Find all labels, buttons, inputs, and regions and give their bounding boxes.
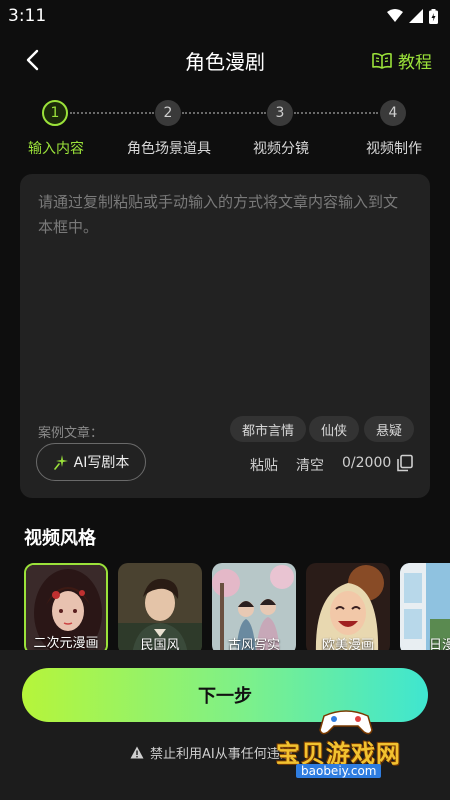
style-card-republic[interactable]: 民国风 <box>118 563 202 655</box>
sparkle-icon <box>53 455 68 470</box>
char-count: 0/2000 <box>342 455 392 471</box>
step-1-circle[interactable]: 1 <box>42 100 68 126</box>
step-connector <box>70 112 154 114</box>
watermark: 宝贝游戏网 baobeiy.com <box>272 706 422 780</box>
video-style-list: 二次元漫画 民国风 古风写实 欧美漫画 日漫 <box>24 563 450 655</box>
step-4-label: 视频制作 <box>366 141 422 157</box>
style-card-anime[interactable]: 二次元漫画 <box>24 563 108 655</box>
chevron-left-icon <box>26 49 39 71</box>
example-tag-suspense[interactable]: 悬疑 <box>364 416 415 442</box>
step-3-label: 视频分镜 <box>253 141 309 157</box>
ai-script-label: AI写剧本 <box>73 455 130 471</box>
paste-button[interactable]: 粘贴 <box>250 455 278 475</box>
book-icon <box>372 52 392 69</box>
step-1-label: 输入内容 <box>28 141 84 157</box>
example-tag-urban-romance[interactable]: 都市言情 <box>230 416 307 442</box>
ai-script-button[interactable]: AI写剧本 <box>36 443 146 481</box>
step-2-label: 角色场景道具 <box>127 141 211 157</box>
editor-placeholder: 请通过复制粘贴或手动输入的方式将文章内容输入到文本框中。 <box>38 193 399 236</box>
step-4-circle[interactable]: 4 <box>380 100 406 126</box>
step-connector <box>182 112 266 114</box>
wifi-icon <box>387 9 403 22</box>
usage-notice: 禁止利用AI从事任何违法 <box>130 743 293 762</box>
status-icons <box>387 8 438 24</box>
video-style-title: 视频风格 <box>24 528 96 549</box>
back-button[interactable] <box>18 46 46 74</box>
nav-bar: 角色漫剧 教程 <box>0 36 450 84</box>
signal-icon <box>409 9 423 23</box>
tutorial-button[interactable]: 教程 <box>372 48 432 73</box>
style-card-ancient[interactable]: 古风写实 <box>212 563 296 655</box>
article-text-area[interactable]: 请通过复制粘贴或手动输入的方式将文章内容输入到文本框中。 案例文章： 都市言情 … <box>20 174 430 498</box>
clear-button[interactable]: 清空 <box>296 455 324 475</box>
tutorial-label: 教程 <box>398 53 432 73</box>
status-time: 3:11 <box>8 6 47 26</box>
page-title: 角色漫剧 <box>185 49 265 74</box>
step-indicator: 1 2 3 4 输入内容 角色场景道具 视频分镜 视频制作 <box>0 98 450 168</box>
watermark-url: baobeiy.com <box>296 764 382 778</box>
style-card-japanese[interactable]: 日漫 <box>400 563 450 655</box>
example-tag-xianxia[interactable]: 仙侠 <box>309 416 360 442</box>
style-label: 二次元漫画 <box>33 636 99 651</box>
step-3-circle[interactable]: 3 <box>267 100 293 126</box>
step-connector <box>294 112 378 114</box>
step-2-circle[interactable]: 2 <box>155 100 181 126</box>
battery-icon <box>429 8 438 24</box>
status-bar: 3:11 <box>0 0 450 32</box>
copy-icon[interactable] <box>396 454 414 472</box>
style-card-western[interactable]: 欧美漫画 <box>306 563 390 655</box>
warning-icon <box>130 746 144 759</box>
next-step-label: 下一步 <box>198 686 252 707</box>
example-articles-label: 案例文章： <box>38 426 104 441</box>
